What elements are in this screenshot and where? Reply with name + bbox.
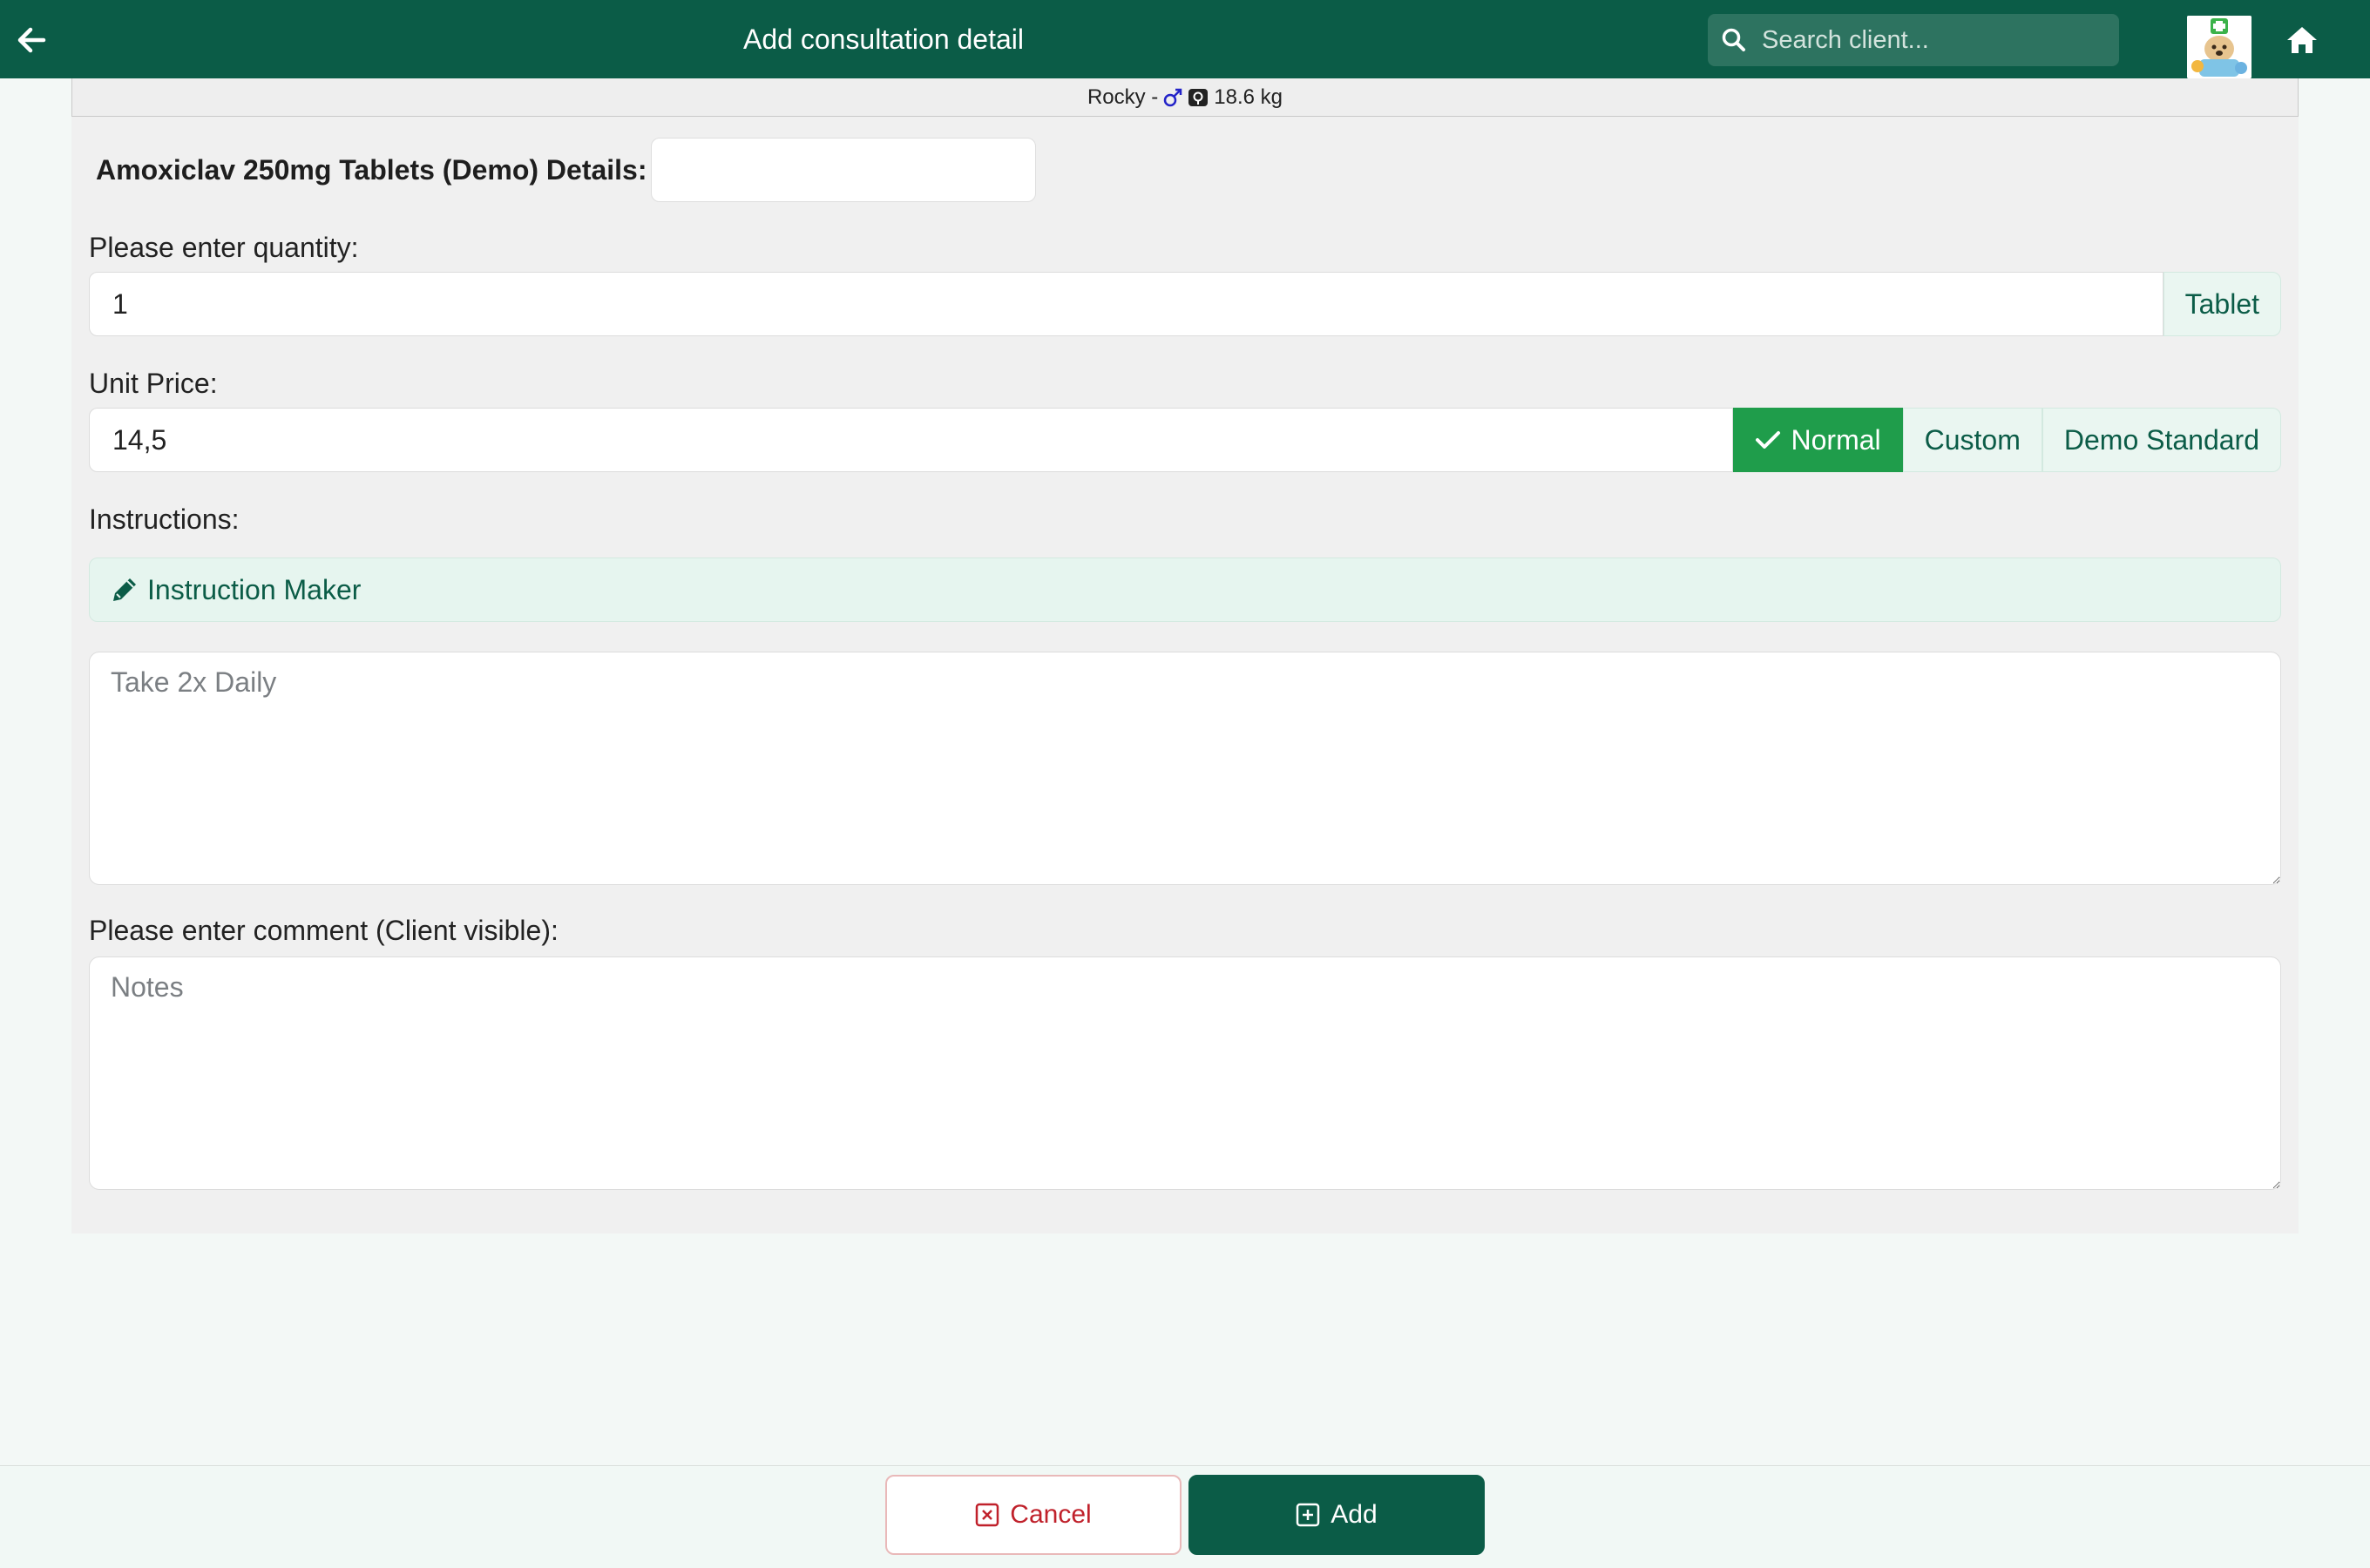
clinic-logo-avatar[interactable] — [2187, 16, 2252, 78]
consultation-detail-form: Amoxiclav 250mg Tablets (Demo) Details: … — [71, 117, 2299, 1233]
quantity-input-group: Tablet — [89, 272, 2281, 336]
unit-price-label: Unit Price: — [89, 368, 218, 399]
search-client-input[interactable] — [1760, 16, 2119, 64]
quantity-unit-addon: Tablet — [2163, 272, 2281, 336]
pencil-icon — [113, 578, 136, 601]
vet-logo-icon — [2187, 16, 2252, 78]
quantity-input[interactable] — [89, 272, 2163, 336]
price-option-normal-button[interactable]: Normal — [1732, 408, 1903, 472]
cancel-label: Cancel — [1010, 1500, 1092, 1529]
product-details-row: Amoxiclav 250mg Tablets (Demo) Details: — [96, 138, 1036, 202]
home-button[interactable] — [2283, 21, 2321, 59]
search-box — [1708, 14, 2119, 66]
add-label: Add — [1331, 1500, 1378, 1529]
home-icon — [2287, 27, 2317, 53]
bottom-action-bar: Cancel Add — [0, 1465, 2370, 1568]
comment-label: Please enter comment (Client visible): — [89, 915, 559, 946]
instruction-maker-button[interactable]: Instruction Maker — [89, 558, 2281, 622]
check-icon — [1755, 431, 1780, 449]
search-icon — [1708, 14, 1760, 66]
patient-name: Rocky - — [1087, 84, 1159, 109]
page-title: Add consultation detail — [743, 24, 1024, 55]
product-details-label: Amoxiclav 250mg Tablets (Demo) Details: — [96, 153, 647, 186]
price-option-demo-standard-button[interactable]: Demo Standard — [2042, 408, 2281, 472]
instructions-label: Instructions: — [89, 504, 240, 535]
plus-square-icon — [1297, 1503, 1320, 1527]
male-symbol-icon — [1163, 88, 1182, 107]
instructions-textarea[interactable] — [89, 652, 2281, 885]
close-square-icon — [976, 1503, 999, 1527]
back-button[interactable] — [12, 21, 51, 59]
arrow-left-icon — [17, 27, 46, 53]
unit-price-input-group: Normal Custom Demo Standard — [89, 408, 2281, 472]
add-button[interactable]: Add — [1188, 1475, 1485, 1555]
price-option-normal-label: Normal — [1791, 423, 1881, 456]
cancel-button[interactable]: Cancel — [885, 1475, 1182, 1555]
instruction-maker-label: Instruction Maker — [147, 573, 362, 605]
patient-weight: 18.6 kg — [1214, 84, 1283, 109]
neutered-status-icon — [1188, 88, 1209, 107]
patient-info-strip: Rocky - 18.6 kg — [71, 78, 2299, 117]
unit-price-input[interactable] — [89, 408, 1733, 472]
price-option-custom-button[interactable]: Custom — [1902, 408, 2042, 472]
comment-textarea[interactable] — [89, 956, 2281, 1190]
quantity-label: Please enter quantity: — [89, 232, 359, 263]
product-details-input[interactable] — [650, 138, 1036, 202]
top-bar: Add consultation detail — [0, 0, 2370, 78]
